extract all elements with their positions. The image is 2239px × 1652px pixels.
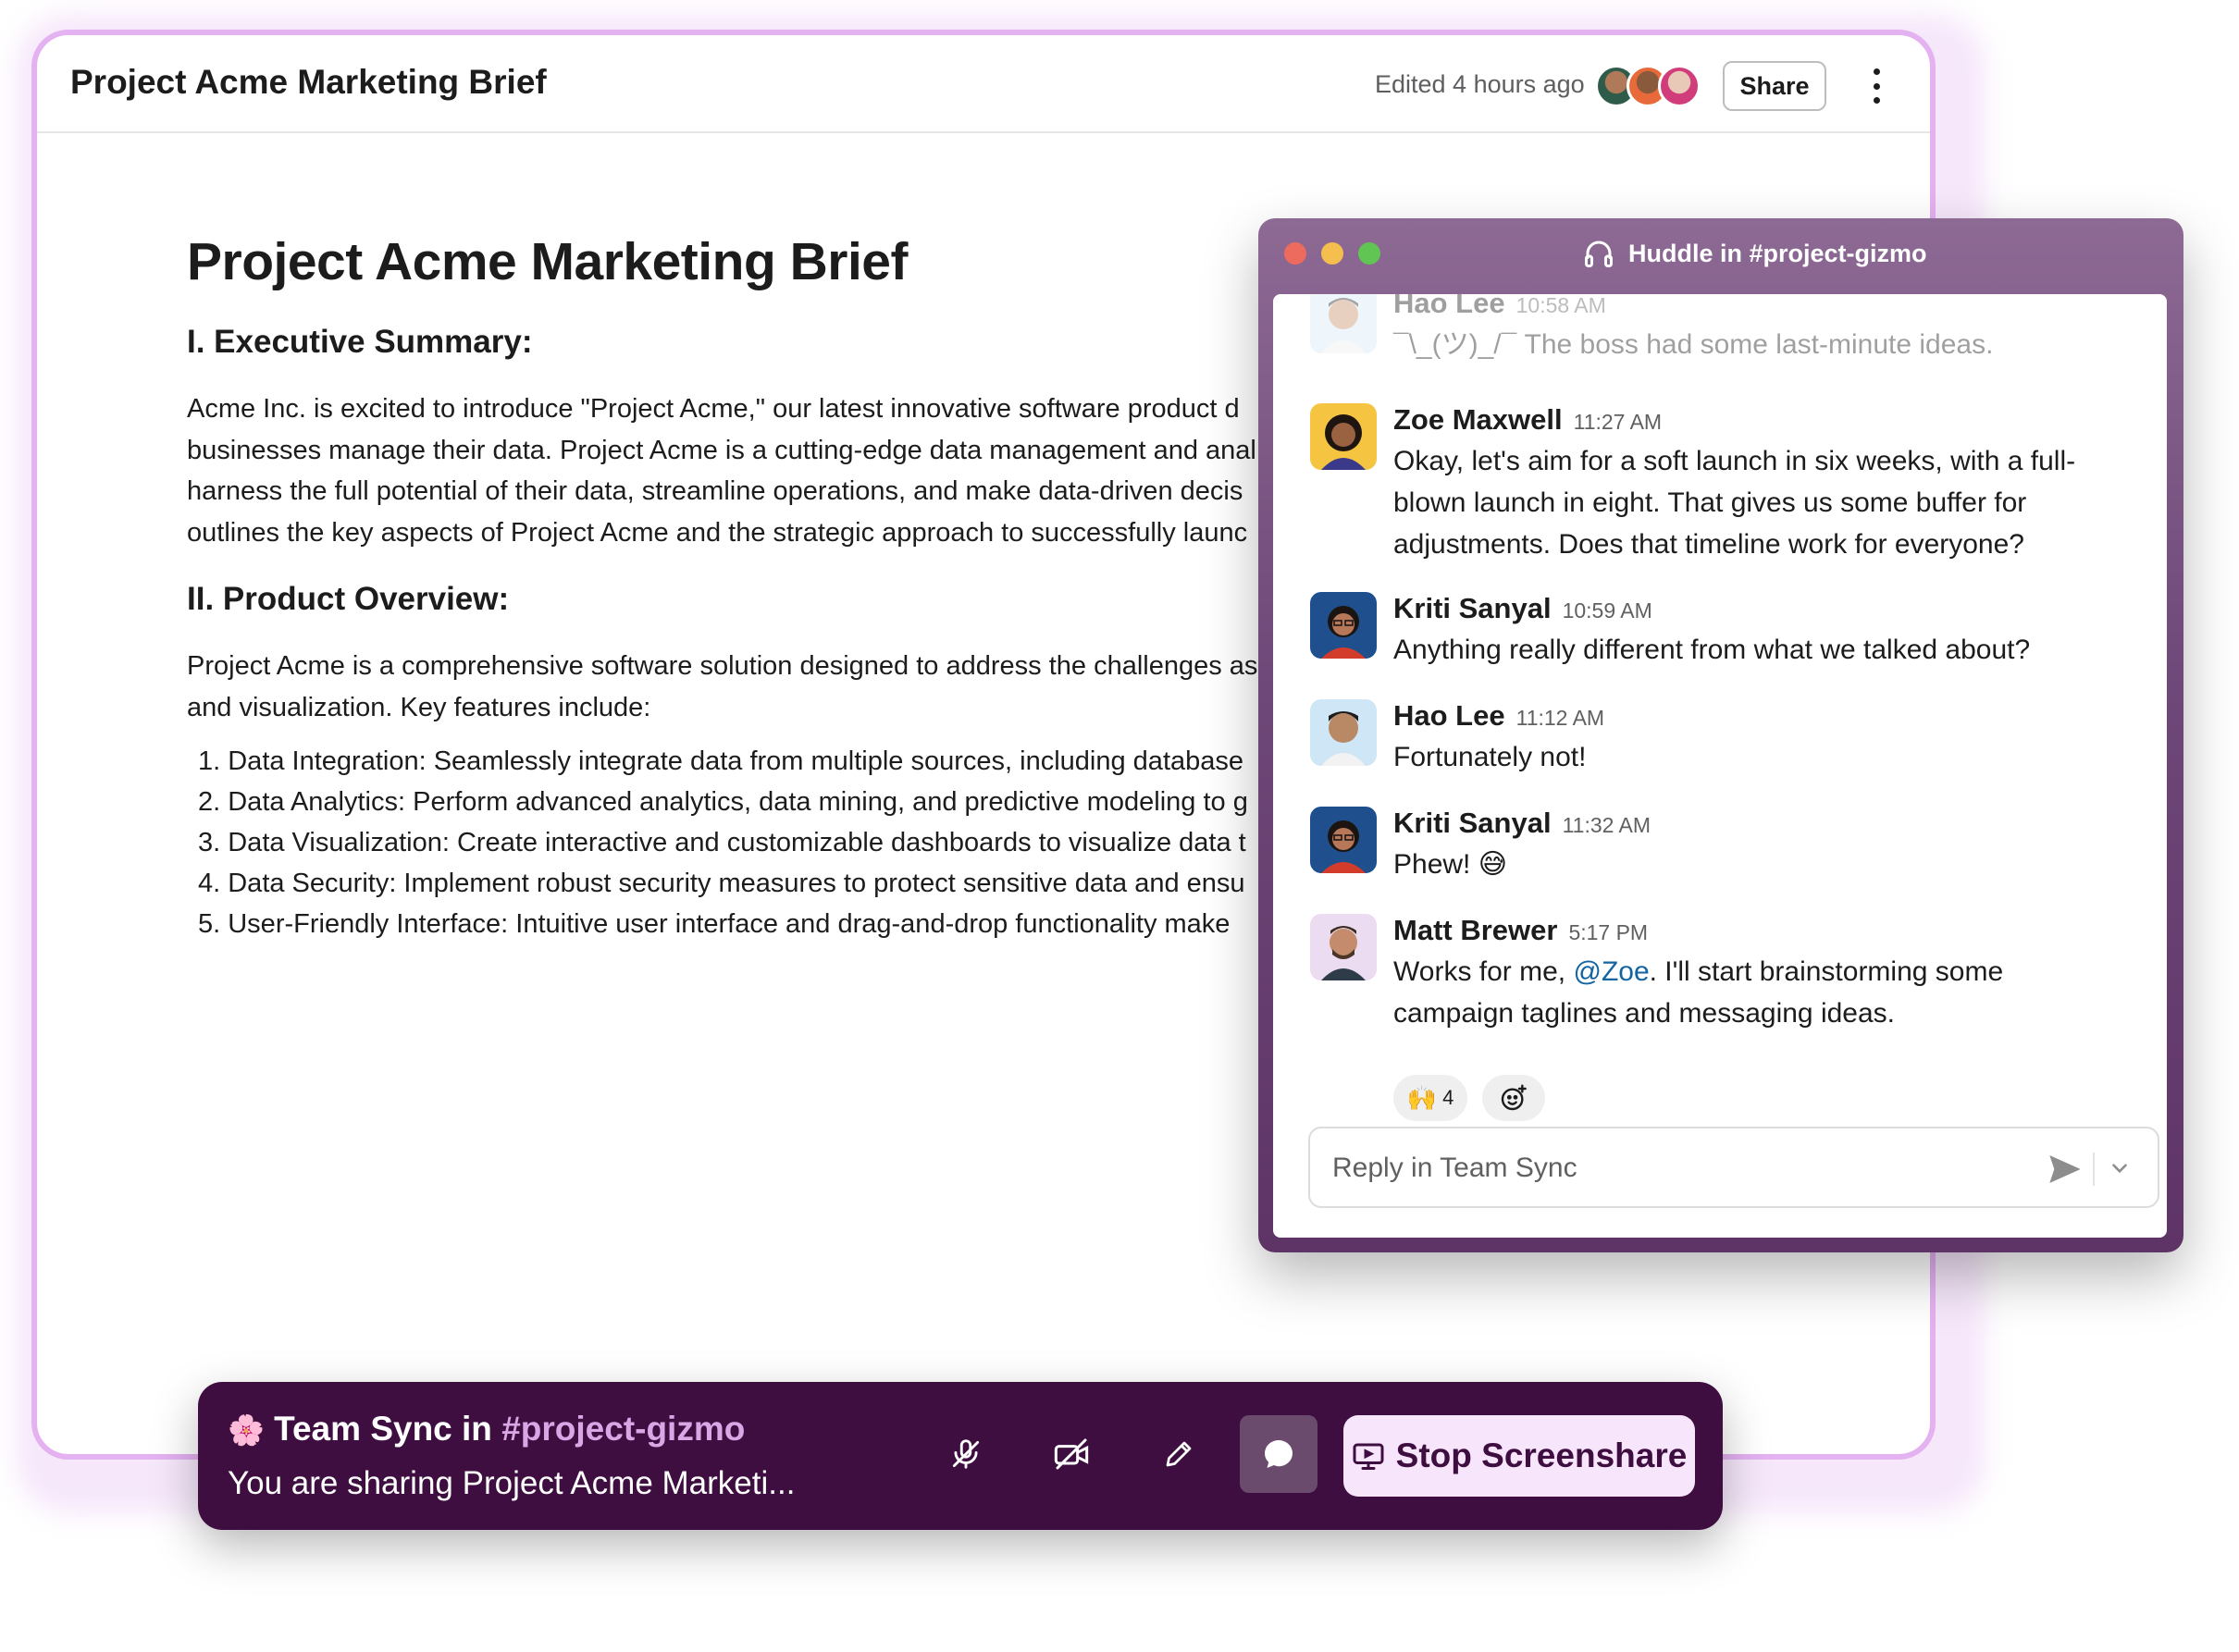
message-time: 11:12 AM — [1515, 706, 1605, 730]
reaction-count: 4 — [1442, 1086, 1454, 1109]
huddle-bar-title[interactable]: 🌸 Team Sync in #project-gizmo — [228, 1410, 745, 1449]
reactions-row: 🙌 4 — [1393, 1075, 1671, 1121]
list-item: 5. User-Friendly Interface: Intuitive us… — [198, 909, 1231, 939]
section-heading: I. Executive Summary: — [187, 324, 533, 360]
pencil-icon — [1166, 1441, 1192, 1467]
avatar[interactable] — [1310, 914, 1377, 980]
document-body: Project Acme Marketing Brief I. Executiv… — [187, 229, 1297, 944]
paragraph-line: Acme Inc. is excited to introduce "Proje… — [187, 394, 1240, 424]
video-toggle-button[interactable] — [1044, 1426, 1099, 1482]
reply-input[interactable] — [1330, 1149, 2019, 1188]
message-time: 10:58 AM — [1515, 294, 1606, 317]
video-off-icon — [1054, 1438, 1089, 1470]
message-text: Fortunately not! — [1393, 742, 1587, 772]
stop-screenshare-label: Stop Screenshare — [1395, 1436, 1688, 1474]
mute-microphone-button[interactable] — [938, 1426, 994, 1482]
reply-composer — [1308, 1127, 2159, 1208]
message-author[interactable]: Hao Lee 11:12 AM — [1393, 699, 1604, 733]
message-author[interactable]: Kriti Sanyal 10:59 AM — [1393, 592, 1652, 625]
add-reaction-button[interactable] — [1482, 1075, 1545, 1121]
chat-thread[interactable]: Hao Lee 10:58 AM ¯\_(ツ)_/¯ The boss had s… — [1273, 294, 2167, 1238]
add-reaction-icon — [1501, 1084, 1527, 1111]
author-name[interactable]: Hao Lee — [1393, 294, 1505, 319]
share-button[interactable]: Share — [1723, 61, 1826, 111]
close-window-button[interactable] — [1284, 242, 1306, 265]
author-name[interactable]: Kriti Sanyal — [1393, 592, 1552, 624]
message-author[interactable]: Kriti Sanyal 11:32 AM — [1393, 807, 1651, 840]
message-time: 10:59 AM — [1562, 598, 1652, 623]
edited-timestamp: Edited 4 hours ago — [1375, 70, 1585, 98]
paragraph-line: harness the full potential of their data… — [187, 476, 1243, 506]
message-author[interactable]: Hao Lee 10:58 AM — [1393, 294, 1606, 320]
flower-emoji: 🌸 — [228, 1413, 265, 1447]
feature-list: 1. Data Integration: Seamlessly integrat… — [187, 741, 1297, 944]
executive-summary-paragraph: Acme Inc. is excited to introduce "Proje… — [187, 388, 1297, 553]
message-text-part: Works for me, — [1393, 956, 1574, 987]
paragraph-line: outlines the key aspects of Project Acme… — [187, 517, 1248, 548]
huddle-title-text: Huddle in #project-gizmo — [1628, 239, 1927, 267]
list-item: 4. Data Security: Implement robust secur… — [198, 869, 1245, 898]
maximize-window-button[interactable] — [1358, 242, 1380, 265]
send-divider — [2093, 1153, 2095, 1186]
huddle-bar: 🌸 Team Sync in #project-gizmo You are sh… — [198, 1382, 1723, 1530]
author-name[interactable]: Zoe Maxwell — [1393, 403, 1563, 436]
paragraph-line: businesses manage their data. Project Ac… — [187, 435, 1256, 465]
message-author[interactable]: Zoe Maxwell 11:27 AM — [1393, 403, 1662, 437]
document-heading: Project Acme Marketing Brief — [187, 232, 908, 291]
chat-bubble-icon — [1264, 1440, 1293, 1468]
avatar[interactable] — [1310, 294, 1377, 353]
document-title: Project Acme Marketing Brief — [70, 63, 547, 101]
more-options-icon[interactable] — [1869, 63, 1884, 109]
section-heading: II. Product Overview: — [187, 581, 510, 617]
list-item: 1. Data Integration: Seamlessly integrat… — [198, 746, 1244, 776]
paragraph-line: and visualization. Key features include: — [187, 692, 651, 722]
avatar[interactable] — [1310, 699, 1377, 766]
message-author[interactable]: Matt Brewer 5:17 PM — [1393, 914, 1648, 947]
avatar[interactable] — [1310, 592, 1377, 659]
stop-screenshare-button[interactable]: Stop Screenshare — [1343, 1415, 1695, 1497]
huddle-name: Team Sync in — [274, 1410, 502, 1448]
headphones-icon — [1585, 240, 1613, 267]
author-name[interactable]: Matt Brewer — [1393, 914, 1557, 946]
message-text: Phew! 😅 — [1393, 849, 1507, 880]
avatar[interactable] — [1658, 65, 1701, 107]
author-name[interactable]: Hao Lee — [1393, 699, 1505, 732]
product-overview-paragraph: Project Acme is a comprehensive software… — [187, 646, 1297, 728]
chat-thread-button[interactable] — [1240, 1415, 1317, 1493]
microphone-off-icon — [952, 1439, 980, 1469]
message-text: Works for me, @Zoe. I'll start brainstor… — [1393, 951, 2124, 1034]
list-item: 3. Data Visualization: Create interactiv… — [198, 828, 1246, 857]
minimize-window-button[interactable] — [1321, 242, 1343, 265]
huddle-window: Huddle in #project-gizmo Hao Lee 10:58 AM… — [1258, 218, 2183, 1252]
raised-hands-emoji: 🙌 — [1406, 1083, 1438, 1112]
sharing-status: You are sharing Project Acme Marketi... — [228, 1465, 796, 1501]
avatar[interactable] — [1310, 807, 1377, 873]
message-text: Anything really different from what we t… — [1393, 635, 2031, 665]
reaction-pill[interactable]: 🙌 4 — [1393, 1075, 1467, 1121]
channel-name[interactable]: #project-gizmo — [501, 1410, 745, 1448]
screen-share-icon — [1353, 1443, 1384, 1470]
message-time: 11:27 AM — [1573, 410, 1663, 434]
message-time: 11:32 AM — [1562, 813, 1651, 837]
message-time: 5:17 PM — [1568, 920, 1649, 944]
send-icon[interactable] — [2047, 1151, 2084, 1188]
chevron-down-icon[interactable] — [2108, 1156, 2132, 1180]
author-name[interactable]: Kriti Sanyal — [1393, 807, 1552, 839]
paragraph-line: Project Acme is a comprehensive software… — [187, 651, 1258, 681]
message-text: ¯\_(ツ)_/¯ The boss had some last-minute … — [1393, 329, 1994, 360]
message-text: Okay, let's aim for a soft launch in six… — [1393, 446, 2076, 560]
huddle-title: Huddle in #project-gizmo — [1582, 237, 1927, 270]
draw-button[interactable] — [1151, 1426, 1206, 1482]
list-item: 2. Data Analytics: Perform advanced anal… — [198, 787, 1248, 817]
avatar[interactable] — [1310, 403, 1377, 470]
document-header: Project Acme Marketing Brief Edited 4 ho… — [37, 35, 1930, 133]
user-mention[interactable]: @Zoe — [1573, 956, 1649, 987]
